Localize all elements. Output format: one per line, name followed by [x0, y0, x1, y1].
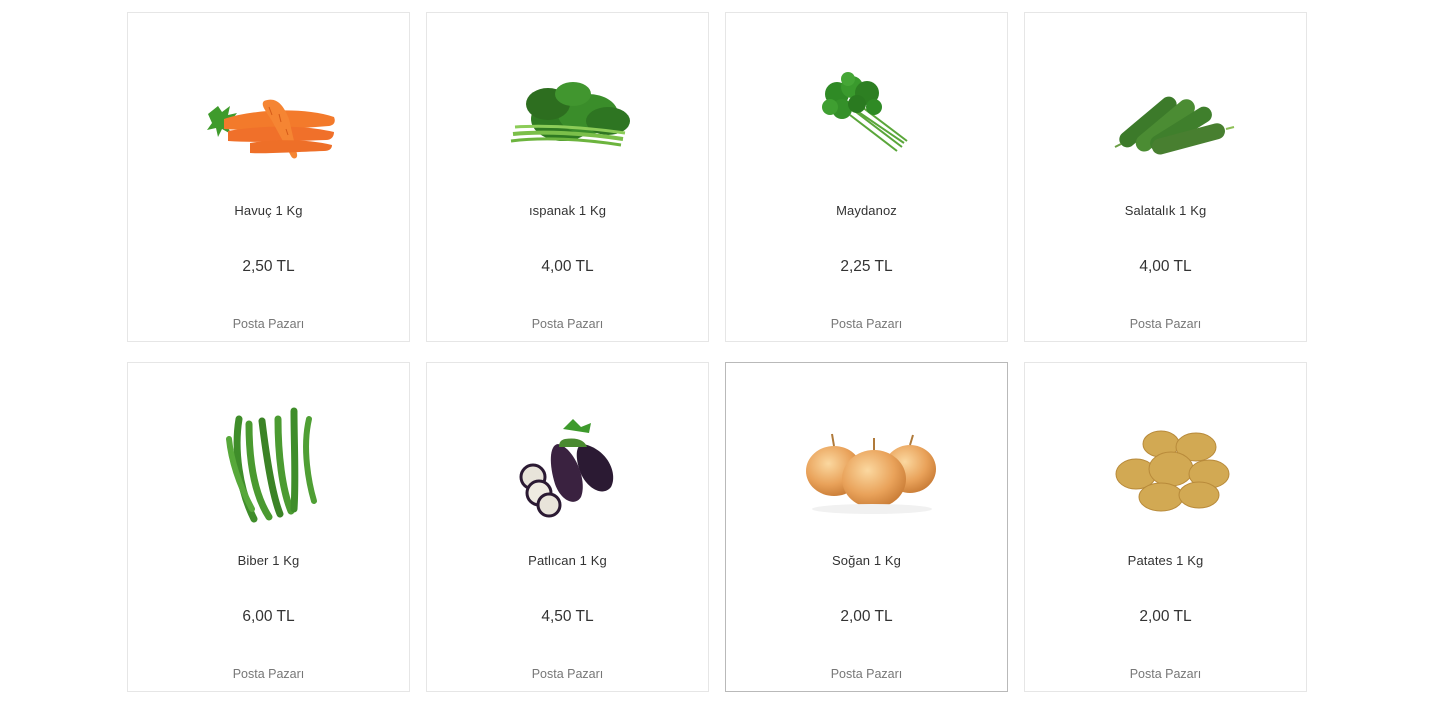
product-seller: Posta Pazarı	[830, 317, 903, 331]
product-price: 2,50 TL	[242, 258, 295, 275]
product-name[interactable]: Salatalık 1 Kg	[1025, 203, 1306, 218]
product-seller: Posta Pazarı	[531, 667, 604, 681]
product-price: 4,00 TL	[541, 258, 594, 275]
product-grid: Havuç 1 Kg 2,50 TL Posta Pazarı ıspanak …	[127, 12, 1307, 692]
pepper-image[interactable]	[194, 391, 344, 536]
product-card[interactable]: Biber 1 Kg 6,00 TL Posta Pazarı	[127, 362, 410, 692]
product-card[interactable]: Havuç 1 Kg 2,50 TL Posta Pazarı	[127, 12, 410, 342]
product-price: 6,00 TL	[242, 608, 295, 625]
product-name[interactable]: Biber 1 Kg	[128, 553, 409, 568]
product-card[interactable]: Patates 1 Kg 2,00 TL Posta Pazarı	[1024, 362, 1307, 692]
product-seller: Posta Pazarı	[830, 667, 903, 681]
product-seller: Posta Pazarı	[232, 317, 305, 331]
product-name[interactable]: Patlıcan 1 Kg	[427, 553, 708, 568]
product-card[interactable]: Soğan 1 Kg 2,00 TL Posta Pazarı	[725, 362, 1008, 692]
product-price: 4,00 TL	[1139, 258, 1192, 275]
cucumber-image[interactable]	[1091, 41, 1241, 186]
product-name[interactable]: Soğan 1 Kg	[726, 553, 1007, 568]
product-card[interactable]: Salatalık 1 Kg 4,00 TL Posta Pazarı	[1024, 12, 1307, 342]
potato-image[interactable]	[1091, 391, 1241, 536]
product-price: 2,00 TL	[840, 608, 893, 625]
onion-image[interactable]	[792, 391, 942, 536]
product-price: 2,00 TL	[1139, 608, 1192, 625]
product-name[interactable]: Maydanoz	[726, 203, 1007, 218]
product-name[interactable]: ıspanak 1 Kg	[427, 203, 708, 218]
product-card[interactable]: ıspanak 1 Kg 4,00 TL Posta Pazarı	[426, 12, 709, 342]
product-name[interactable]: Havuç 1 Kg	[128, 203, 409, 218]
product-seller: Posta Pazarı	[1129, 667, 1202, 681]
product-seller: Posta Pazarı	[1129, 317, 1202, 331]
product-card[interactable]: Maydanoz 2,25 TL Posta Pazarı	[725, 12, 1008, 342]
carrot-image[interactable]	[194, 41, 344, 186]
spinach-image[interactable]	[493, 41, 643, 186]
product-price: 2,25 TL	[840, 258, 893, 275]
product-seller: Posta Pazarı	[531, 317, 604, 331]
eggplant-image[interactable]	[493, 391, 643, 536]
product-price: 4,50 TL	[541, 608, 594, 625]
product-name[interactable]: Patates 1 Kg	[1025, 553, 1306, 568]
product-seller: Posta Pazarı	[232, 667, 305, 681]
parsley-image[interactable]	[792, 41, 942, 186]
product-card[interactable]: Patlıcan 1 Kg 4,50 TL Posta Pazarı	[426, 362, 709, 692]
